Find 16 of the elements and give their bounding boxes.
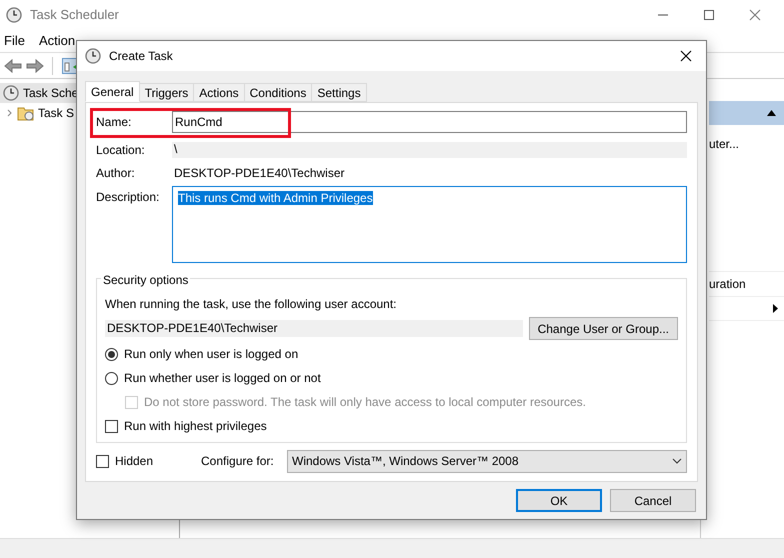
option-label: Run whether user is logged on or not xyxy=(124,370,321,387)
window-title: Task Scheduler xyxy=(30,6,119,24)
field-label: Location: xyxy=(96,142,146,158)
account-prompt: When running the task, use the following user account: xyxy=(105,296,398,313)
account-value: DESKTOP-PDE1E40\Techwiser xyxy=(105,320,523,337)
field-label: Description: xyxy=(96,189,160,206)
author-value: DESKTOP-PDE1E40\Techwiser xyxy=(173,164,346,182)
field-label: Configure for: xyxy=(201,453,275,470)
option-label: Run with highest privileges xyxy=(124,418,267,435)
option-label: Run only when user is logged on xyxy=(124,346,298,363)
field-label: Author: xyxy=(96,164,136,182)
hidden-label: Hidden xyxy=(115,453,154,470)
dialog-title: Create Task xyxy=(109,48,173,65)
location-value: \ xyxy=(172,142,687,158)
field-label: Name: xyxy=(96,114,132,131)
option-label: Do not store password. The task will only have access to local computer resources. xyxy=(144,394,586,411)
